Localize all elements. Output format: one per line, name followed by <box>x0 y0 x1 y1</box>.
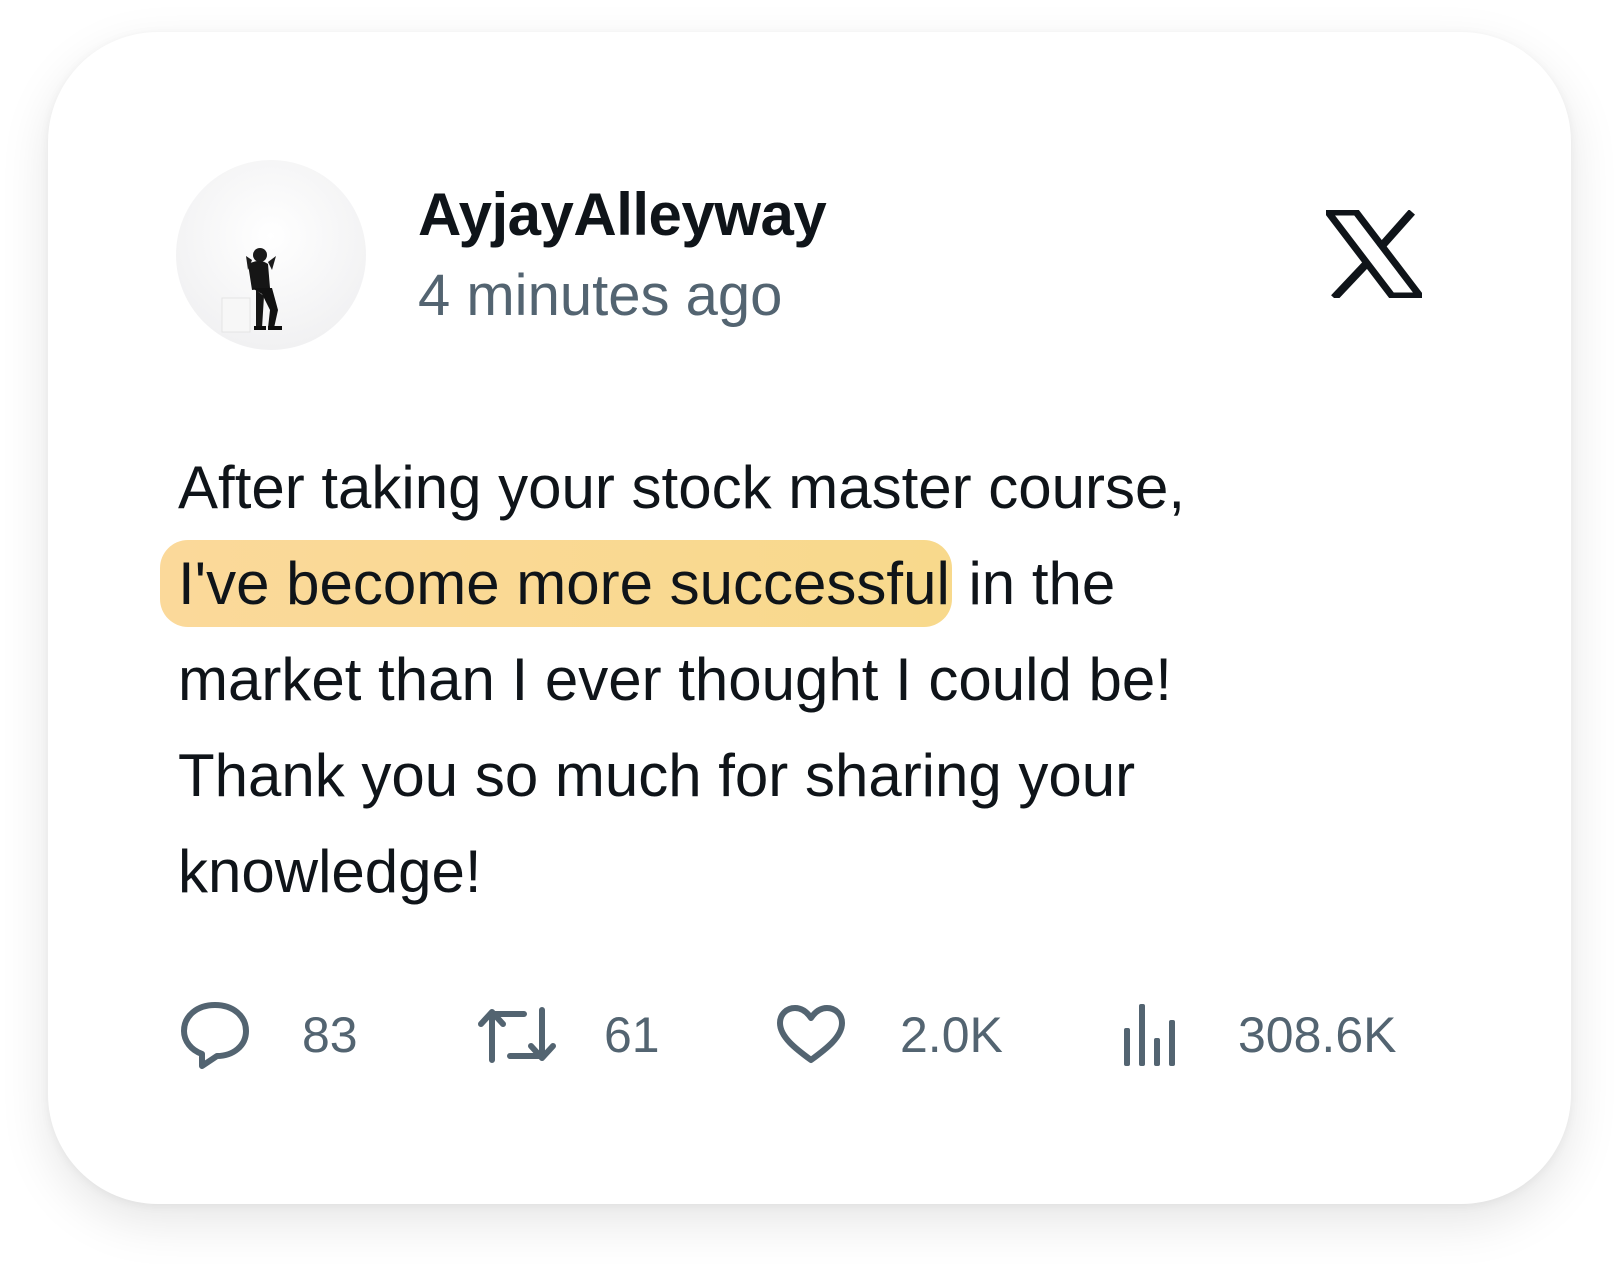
like-count: 2.0K <box>900 1007 1003 1063</box>
post-text-line: After taking your stock master course, <box>178 454 1186 521</box>
x-logo-icon[interactable] <box>1320 208 1428 301</box>
retweet-icon <box>478 1007 556 1063</box>
reply-icon <box>181 1002 249 1069</box>
post-timestamp[interactable]: 4 minutes ago <box>418 262 782 329</box>
retweet-count: 61 <box>604 1007 660 1063</box>
avatar-photo <box>221 248 282 333</box>
post-text-fragment: in the <box>951 550 1116 617</box>
reply-count: 83 <box>302 1007 358 1063</box>
views-button[interactable]: 308.6K <box>1122 1000 1396 1070</box>
reply-button[interactable]: 83 <box>180 1000 358 1070</box>
author-username[interactable]: AyjayAlleyway <box>418 180 827 249</box>
avatar[interactable] <box>176 160 366 350</box>
heart-icon <box>777 1005 845 1063</box>
views-count: 308.6K <box>1238 1007 1397 1063</box>
page: AyjayAlleyway 4 minutes ago After taking… <box>0 0 1619 1264</box>
post-text-line: market than I ever thought I could be! <box>178 646 1172 713</box>
post-text-line: knowledge! <box>178 838 482 905</box>
like-button[interactable]: 2.0K <box>776 1000 1003 1070</box>
post-text-line: Thank you so much for sharing your <box>178 742 1136 809</box>
highlighted-phrase: I've become more successful <box>160 540 952 627</box>
views-icon <box>1124 1004 1175 1066</box>
post-text-line: I've become more successful in the <box>160 536 1438 632</box>
post-text: After taking your stock master course, I… <box>160 440 1438 920</box>
retweet-button[interactable]: 61 <box>478 1000 660 1070</box>
